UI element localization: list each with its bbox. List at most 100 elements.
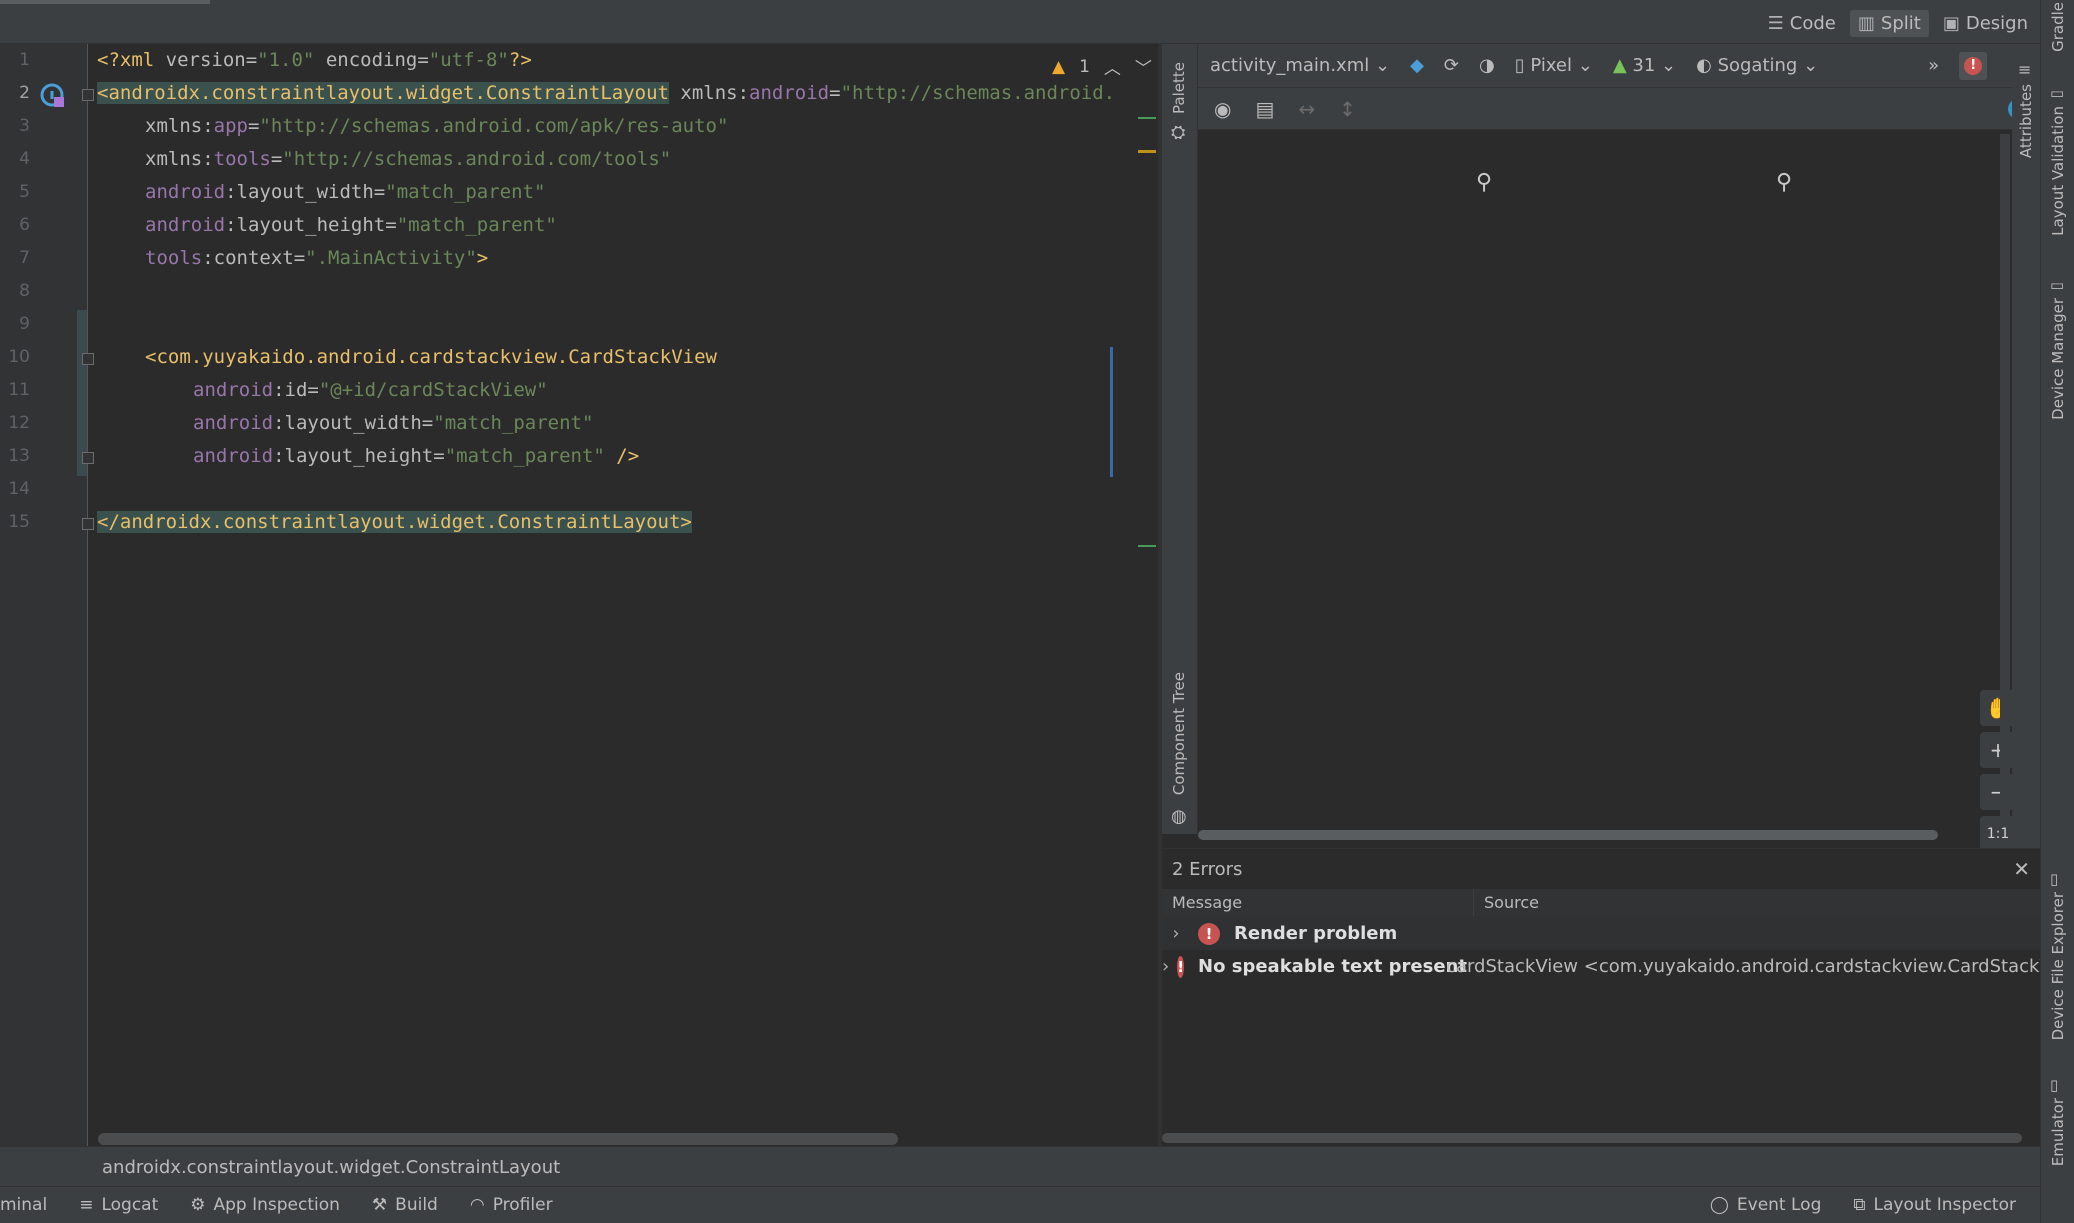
token: "http://schemas.android.com/tools" — [282, 148, 672, 170]
palette-tab[interactable]: Palette — [1170, 62, 1188, 114]
design-mode-button[interactable]: ▣ Design — [1935, 10, 2036, 37]
token: xmlns: — [145, 115, 214, 137]
emulator-tab[interactable]: Emulator — [2049, 1098, 2067, 1166]
terminal-tab[interactable]: minal — [0, 1195, 63, 1215]
android-icon: ▲ — [1612, 55, 1627, 76]
errors-horizontal-scrollbar[interactable] — [1162, 1133, 2022, 1143]
token: = — [385, 214, 397, 236]
gauge-icon: ◠ — [469, 1195, 485, 1215]
zoom-in-button[interactable]: + — [1980, 732, 2016, 768]
error-icon: ! — [1964, 56, 1983, 75]
layout-inspector-icon: ⧉ — [1853, 1195, 1866, 1215]
event-log-label: Event Log — [1736, 1195, 1822, 1215]
layout-inspector-tab[interactable]: ⧉ Layout Inspector — [1837, 1195, 2040, 1215]
fold-marker[interactable] — [82, 518, 94, 530]
stripe-mark[interactable] — [1138, 150, 1156, 153]
token: :layout_width — [273, 412, 422, 434]
chevron-right-icon[interactable]: › — [1162, 923, 1190, 944]
design-secondary-toolbar: ◉ ▤ ↔ ↕ ? — [1198, 88, 2044, 130]
app-inspection-icon: ⚙ — [190, 1195, 206, 1215]
attributes-tab[interactable]: Attributes — [2017, 84, 2035, 158]
token: android — [145, 181, 226, 203]
code-mode-button[interactable]: ☰ Code — [1760, 10, 1844, 37]
token: ?> — [508, 49, 532, 71]
line-number: 4 — [19, 149, 30, 169]
blueprint-icon[interactable]: ▤ — [1255, 97, 1274, 121]
eye-icon[interactable]: ◉ — [1214, 97, 1231, 121]
token: :context — [202, 247, 294, 269]
error-stripe[interactable] — [1110, 44, 1156, 1146]
token: > — [476, 247, 489, 269]
fold-marker[interactable] — [82, 89, 94, 101]
fold-marker[interactable] — [82, 452, 94, 464]
token: "match_parent" — [433, 412, 594, 434]
render-error-button[interactable]: ! — [1959, 51, 1988, 80]
event-log-tab[interactable]: ◯ Event Log — [1694, 1195, 1838, 1215]
design-vertical-scrollbar[interactable] — [2000, 134, 2010, 824]
stripe-mark[interactable] — [1138, 117, 1156, 119]
device-file-explorer-icon: ▯ — [2050, 870, 2059, 888]
design-horizontal-scrollbar[interactable] — [1198, 830, 2010, 842]
split-mode-label: Split — [1880, 13, 1921, 34]
col-message[interactable]: Message — [1162, 889, 1474, 916]
token: :id — [273, 379, 308, 401]
error-row[interactable]: › ! Render problem — [1162, 917, 2044, 950]
theme-selector[interactable]: ◐ Sogating ⌄ — [1696, 55, 1818, 76]
col-source[interactable]: Source — [1474, 889, 2044, 916]
night-mode-icon[interactable]: ◑ — [1479, 55, 1495, 76]
pan-button[interactable]: ✋ — [1980, 690, 2016, 726]
token: :layout_width — [225, 181, 374, 203]
scrollbar-thumb[interactable] — [1198, 830, 1938, 840]
activity-gutter-icon[interactable] — [40, 83, 66, 109]
file-selector[interactable]: activity_main.xml ⌄ — [1210, 55, 1390, 76]
token: = — [433, 445, 445, 467]
warning-count: 1 — [1079, 56, 1090, 77]
code-editor[interactable]: 1 2 3 4 5 6 7 8 9 10 11 12 13 14 15 <?xm… — [0, 44, 1158, 1146]
line-number: 5 — [19, 182, 30, 202]
breadcrumb-item[interactable]: androidx.constraintlayout.widget.Constra… — [102, 1157, 560, 1178]
api-selector[interactable]: ▲ 31 ⌄ — [1613, 55, 1676, 76]
layers-icon[interactable]: ◆ — [1410, 55, 1424, 76]
orientation-icon[interactable]: ⟳ — [1444, 55, 1459, 76]
device-manager-tab[interactable]: Device Manager — [2049, 298, 2067, 420]
design-canvas[interactable]: ⚲ ⚲ ✋ + − 1:1 ⛶ — [1198, 130, 2016, 894]
gradle-tab[interactable]: Gradle — [2049, 2, 2067, 52]
overflow-icon[interactable]: » — [1928, 55, 1939, 76]
error-icon: ! — [1198, 922, 1220, 945]
token: "http://schemas.android.com/apk/res-auto… — [259, 115, 729, 137]
token: android — [193, 379, 274, 401]
device-name: Pixel — [1530, 55, 1572, 76]
logcat-tab[interactable]: ≡ Logcat — [63, 1195, 174, 1215]
line-number: 14 — [8, 479, 30, 499]
close-icon[interactable]: ✕ — [2013, 857, 2030, 881]
chevron-right-icon[interactable]: › — [1162, 956, 1169, 977]
token: = — [245, 49, 258, 71]
profiler-tab[interactable]: ◠ Profiler — [454, 1195, 569, 1215]
component-tree-tab[interactable]: Component Tree — [1170, 672, 1188, 795]
token: = — [829, 82, 841, 104]
token: = — [270, 148, 283, 170]
error-source: cardStackView <com.yuyakaido.android.car… — [1446, 956, 2044, 977]
token: = — [417, 49, 429, 71]
code-mode-label: Code — [1789, 13, 1836, 34]
token: android — [193, 445, 274, 467]
device-selector[interactable]: ▯ Pixel ⌄ — [1515, 55, 1593, 76]
device-file-explorer-tab[interactable]: Device File Explorer — [2049, 892, 2067, 1040]
vertical-resize-icon[interactable]: ↕ — [1339, 97, 1356, 121]
build-tab[interactable]: ⚒ Build — [356, 1195, 454, 1215]
split-mode-button[interactable]: ▥ Split — [1849, 10, 1929, 37]
zoom-out-button[interactable]: − — [1980, 774, 2016, 810]
app-inspection-tab[interactable]: ⚙ App Inspection — [174, 1195, 356, 1215]
theme-icon: ◐ — [1696, 55, 1712, 76]
line-number: 1 — [19, 50, 30, 70]
layout-validation-tab[interactable]: Layout Validation — [2049, 106, 2067, 236]
fold-marker[interactable] — [82, 353, 94, 365]
token: :layout_height — [273, 445, 434, 467]
stripe-mark[interactable] — [1138, 545, 1156, 547]
token: = — [247, 115, 260, 137]
horizontal-resize-icon[interactable]: ↔ — [1298, 97, 1315, 121]
error-row[interactable]: › ! No speakable text present cardStackV… — [1162, 950, 2044, 983]
chevron-up-icon[interactable]: ︿ — [1104, 54, 1121, 79]
editor-horizontal-scrollbar[interactable] — [98, 1133, 898, 1145]
